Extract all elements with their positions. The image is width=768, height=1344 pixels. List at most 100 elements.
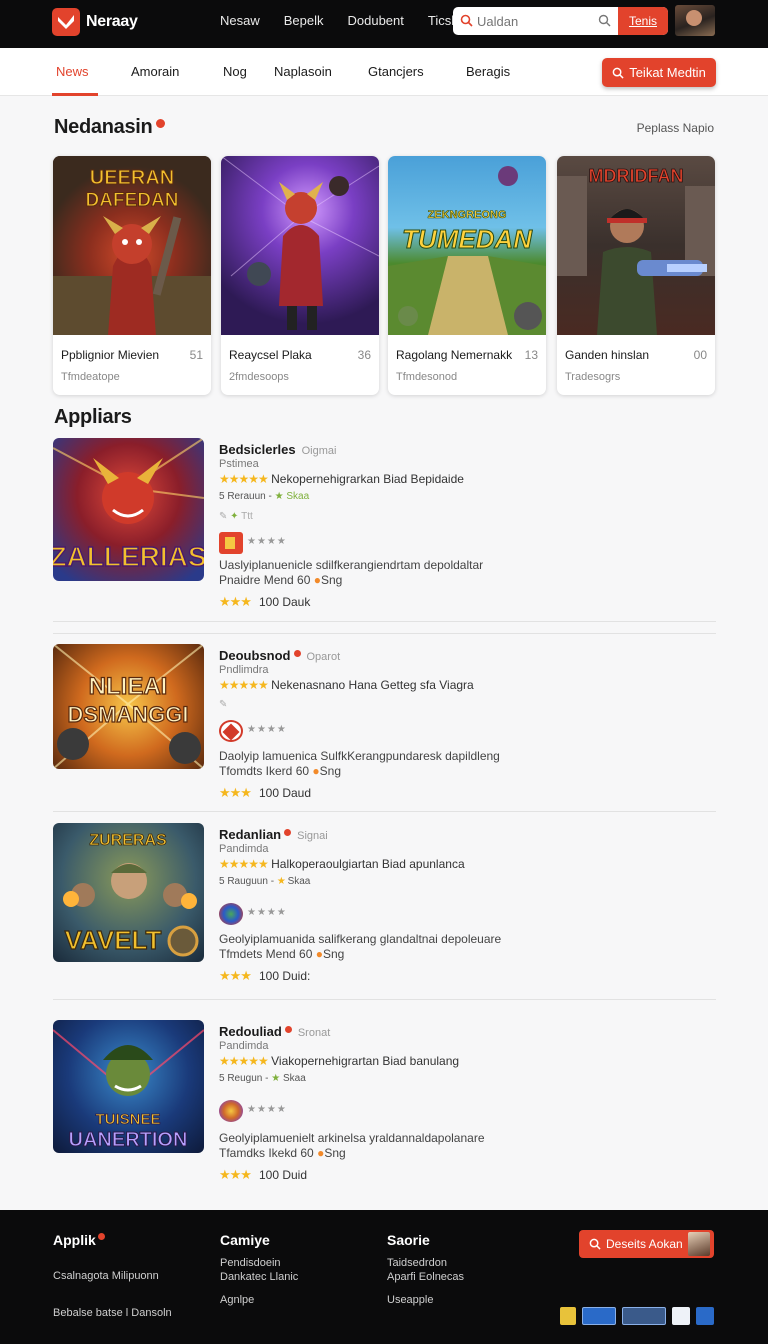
card-count: 36 [357, 348, 371, 362]
app-name[interactable]: Redouliad Sronat [219, 1024, 330, 1039]
category-nav: News Amorain Nog Naplasoin Gtancjers Ber… [0, 48, 768, 96]
tab-news[interactable]: News [56, 64, 89, 79]
app-name[interactable]: Redanlian Signai [219, 827, 328, 842]
top-nav-item[interactable]: Bepelk [284, 13, 324, 28]
app-thumbnail: NLIEAI DSMANGGI [53, 644, 204, 769]
card-count: 51 [189, 348, 203, 362]
game-card[interactable]: Reaycsel Plaka 36 2fmdesoops [221, 156, 379, 395]
tab-amorain[interactable]: Amorain [131, 64, 179, 79]
search-icon[interactable] [598, 14, 611, 27]
section-title-text: Nedanasin [54, 116, 153, 138]
tab-gtancjers[interactable]: Gtancjers [368, 64, 424, 79]
app-summary-text: Viakopernehigrartan Biad banulang [271, 1054, 460, 1068]
app-price-line: Tfamdks Ikekd 60 ●Sng [219, 1145, 346, 1161]
tab-nog[interactable]: Nog [223, 64, 247, 79]
app-tag: Oparot [306, 651, 341, 663]
avatar[interactable] [675, 5, 715, 36]
app-badge-icon [219, 1100, 243, 1122]
game-card[interactable]: MDRIDFAN Ganden hinslan 00 Tradesogrs [557, 156, 715, 395]
star-rating: ★★★ [219, 968, 252, 983]
card-title: Reaycsel Plaka [229, 348, 312, 362]
app-category: Pandimda [219, 1040, 269, 1052]
app-summary-text: Halkoperaoulgiartan Biad apunlanca [271, 857, 465, 871]
app-summary: ★★★★★ Nekenasnano Hana Getteg sfa Viagra [219, 678, 474, 692]
star-rating: ★★★★★ [219, 472, 269, 486]
search-box: Tenis [453, 7, 668, 35]
app-rating: ★★★ 100 Duid [219, 1167, 307, 1183]
star-icon: ★ [271, 1073, 281, 1084]
store-badge-icon[interactable] [672, 1307, 690, 1325]
app-price-text: Tfomdts Ikerd 60 [219, 764, 310, 778]
app-name[interactable]: Bedsiclerles Oigmai [219, 442, 336, 457]
game-cover-image: ZEKNGREONG TUMEDAN [388, 156, 546, 335]
svg-text:ZURERAS: ZURERAS [89, 832, 167, 849]
avatar [688, 1232, 710, 1256]
app-price-unit: Sng [322, 947, 345, 961]
app-meta: 5 Reugun - ★ Skaa [219, 1073, 306, 1084]
store-badge-icon[interactable] [582, 1307, 616, 1325]
star-icon: ★ [276, 876, 286, 887]
tab-beragis[interactable]: Beragis [466, 64, 510, 79]
app-rating: ★★★ 100 Duid: [219, 968, 310, 984]
app-badge-icon [219, 903, 243, 925]
app-extra-text: Ttt [241, 511, 253, 522]
app-category: Pndlimdra [219, 664, 269, 676]
footer-link[interactable]: Useapple [387, 1293, 433, 1307]
svg-text:UANERTION: UANERTION [69, 1129, 188, 1151]
app-rating-text: 100 Dauk [258, 595, 311, 609]
top-nav-item[interactable]: Dodubent [348, 13, 404, 28]
search-icon [460, 14, 473, 27]
svg-text:TUISNEE: TUISNEE [95, 1111, 160, 1128]
card-title: Ragolang Nemernakk [396, 348, 513, 362]
footer-cta-button[interactable]: Deseits Aokan [579, 1230, 714, 1258]
card-count: 00 [693, 348, 707, 362]
app-category: Pstimea [219, 458, 259, 470]
app-price-unit: Sng [319, 764, 341, 778]
footer-link[interactable]: Dankatec Llanic [220, 1270, 298, 1284]
star-rating: ★★★ [219, 1167, 252, 1182]
app-extra: ✎ ✦ Ttt [219, 511, 253, 522]
tab-naplasoin[interactable]: Naplasoin [274, 64, 332, 79]
game-cover-image: UEERAN DAFEDAN [53, 156, 211, 336]
footer-link[interactable]: Pendisdoein [220, 1256, 281, 1270]
svg-text:VAVELT: VAVELT [65, 925, 162, 955]
svg-text:ZALLERIAS: ZALLERIAS [53, 541, 204, 572]
app-price-text: Pnaidre Mend 60 [219, 573, 311, 587]
coin-icon: ● [313, 573, 321, 587]
card-title: Ppblignior Mievien [61, 348, 160, 362]
badge-dot [284, 1026, 292, 1033]
app-thumbnail: TUISNEE UANERTION [53, 1020, 204, 1153]
store-badge-icon[interactable] [696, 1307, 714, 1325]
app-name[interactable]: Deoubsnod Oparot [219, 648, 340, 663]
app-name-text: Redouliad [219, 1024, 282, 1039]
divider [53, 811, 716, 812]
see-all-link[interactable]: Peplass Napio [637, 121, 714, 135]
app-tag: Sronat [297, 1027, 331, 1039]
footer-link[interactable]: Agnlpe [220, 1293, 254, 1307]
svg-text:DAFEDAN: DAFEDAN [86, 190, 179, 211]
app-description: Geolyiplamuanida salifkerang glandaltnai… [219, 932, 502, 946]
game-card[interactable]: UEERAN DAFEDAN Ppblignior Mievien 51 Tfm… [53, 156, 211, 395]
star-icon: ★ [274, 491, 284, 502]
game-card[interactable]: ZEKNGREONG TUMEDAN Ragolang Nemernakk 13… [388, 156, 546, 395]
card-subtitle: Tfmdeatope [61, 371, 120, 383]
footer-link[interactable]: Aparfi Eolnecas [387, 1270, 464, 1284]
app-name: Neraay [86, 13, 138, 30]
search-button[interactable]: Tenis [618, 7, 668, 35]
cta-button[interactable]: Teikat Medtin [602, 58, 716, 87]
logo[interactable]: Neraay [52, 8, 138, 36]
badge-dot [156, 119, 166, 128]
app-name-text: Bedsiclerles [219, 442, 296, 457]
footer-link[interactable]: Taidsedrdon [387, 1256, 447, 1270]
footer-link[interactable]: Csalnagota Milipuonn [53, 1269, 159, 1283]
cta-label: Teikat Medtin [629, 65, 706, 80]
top-nav-item[interactable]: Nesaw [220, 13, 260, 28]
app-rating: ★★★ 100 Daud [219, 785, 311, 801]
store-badge-icon[interactable] [622, 1307, 666, 1325]
badge-dot [97, 1233, 105, 1240]
app-description: Daolyip lamuenica SulfkKerangpundaresk d… [219, 749, 500, 763]
footer-link[interactable]: Bebalse batse l Dansoln [53, 1306, 172, 1320]
store-badge-icon[interactable] [560, 1307, 576, 1325]
gray-star-rating: ★★★★ [247, 536, 287, 547]
app-rating-text: 100 Duid [258, 1168, 308, 1182]
